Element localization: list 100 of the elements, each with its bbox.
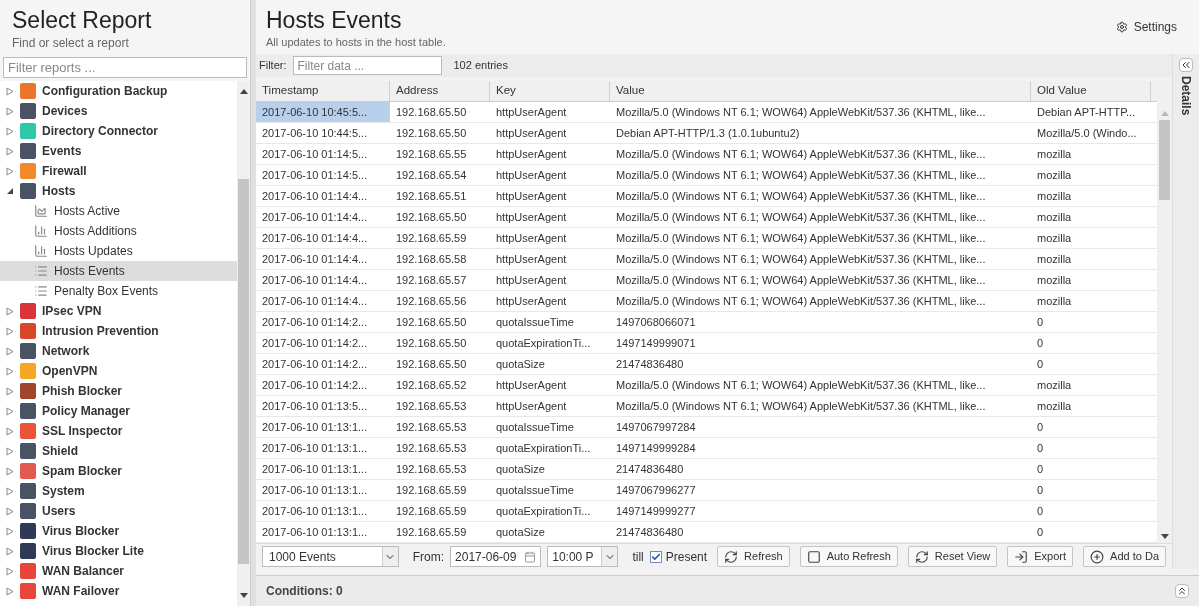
tree-item[interactable]: SSL Inspector <box>0 421 237 441</box>
tree-item[interactable]: Hosts Active <box>0 201 237 221</box>
toolbar-button[interactable]: Reset View <box>907 546 998 567</box>
tree-item[interactable]: Firewall <box>0 161 237 181</box>
table-cell-text: 1497149999284 <box>615 440 697 456</box>
table-cell-text: Mozilla/5.0 (Windows NT 6.1; WOW64) AppleWebKit/537.36 (KHTML, like... <box>615 104 987 120</box>
settings-button[interactable]: Settings <box>1115 18 1177 36</box>
refresh-icon <box>724 549 739 564</box>
table-cell-text: Mozilla/5.0 (Windows NT 6.1; WOW64) AppleWebKit/537.36 (KHTML, like... <box>615 188 987 204</box>
tree-item[interactable]: WAN Failover <box>0 581 237 601</box>
table-cell-text: Mozilla/5.0 (Windows NT 6.1; WOW64) AppleWebKit/537.36 (KHTML, like... <box>615 377 987 393</box>
tree-item[interactable]: Policy Manager <box>0 401 237 421</box>
tree-item[interactable]: Penalty Box Events <box>0 281 237 301</box>
tree-item[interactable]: WAN Balancer <box>0 561 237 581</box>
table-cell-text: httpUserAgent <box>495 251 568 267</box>
toolbar-button[interactable]: Auto Refresh <box>799 546 898 567</box>
table-cell-text: 1497149999071 <box>615 335 697 351</box>
table-cell-text: quotaSize <box>495 356 546 372</box>
tree-item[interactable]: OpenVPN <box>0 361 237 381</box>
table-cell-text: 0 <box>1036 482 1045 498</box>
column-header[interactable]: Timestamp <box>256 81 390 101</box>
scroll-thumb[interactable] <box>1159 120 1170 200</box>
tree-item[interactable]: Directory Connector <box>0 121 237 141</box>
table-cell-text: 0 <box>1036 314 1045 330</box>
tree-item[interactable]: Virus Blocker Lite <box>0 541 237 561</box>
tree-item[interactable]: Hosts <box>0 181 237 201</box>
filter-reports-field[interactable]: Filter reports ... <box>3 57 247 78</box>
tree-item[interactable]: Spam Blocker <box>0 461 237 481</box>
column-header[interactable]: Address <box>390 81 490 101</box>
table-cell-text: 2017-06-10 01:13:1... <box>261 482 369 498</box>
table-cell-text: Mozilla/5.0 (Windo... <box>1036 125 1138 141</box>
table-cell-text: 192.168.65.59 <box>395 503 468 519</box>
table-cell-text: httpUserAgent <box>495 167 568 183</box>
table-cell-text: 0 <box>1036 503 1045 519</box>
tree-item[interactable]: Hosts Events <box>0 261 237 281</box>
area-chart-icon <box>34 204 48 218</box>
scroll-thumb[interactable] <box>238 179 249 564</box>
report-title: Hosts Events <box>266 6 403 34</box>
time-select[interactable]: 10:00 P <box>547 546 619 567</box>
event-limit-select[interactable]: 1000 Events <box>262 546 399 567</box>
table-cell-text: 192.168.65.58 <box>395 251 468 267</box>
tree-item[interactable]: Hosts Updates <box>0 241 237 261</box>
filter-data-field[interactable]: Filter data ... <box>292 56 442 75</box>
tree-item[interactable]: Devices <box>0 101 237 121</box>
present-checkbox[interactable]: Present <box>649 547 708 566</box>
scroll-down-icon[interactable] <box>1160 534 1169 539</box>
calendar-icon[interactable] <box>524 550 537 563</box>
table-scrollbar[interactable] <box>1157 81 1172 543</box>
scrollbar[interactable] <box>237 81 250 606</box>
toolbar-button[interactable]: Add to Da <box>1083 546 1166 567</box>
table-cell-text: mozilla <box>1036 398 1073 414</box>
table-cell-text: 192.168.65.54 <box>395 167 468 183</box>
tree-item[interactable]: IPsec VPN <box>0 301 237 321</box>
tree-item[interactable]: Hosts Additions <box>0 221 237 241</box>
tree-item[interactable]: Shield <box>0 441 237 461</box>
tree-item[interactable]: Virus Blocker <box>0 521 237 541</box>
table-cell-text: 2017-06-10 01:14:5... <box>261 146 369 162</box>
table-cell-text: 2017-06-10 01:14:2... <box>261 335 369 351</box>
date-field[interactable]: 2017-06-09 <box>450 546 542 567</box>
tree-item[interactable]: Users <box>0 501 237 521</box>
refresh-icon <box>914 549 929 564</box>
tree-item[interactable]: Phish Blocker <box>0 381 237 401</box>
column-header[interactable]: Value <box>610 81 1031 101</box>
column-header[interactable]: Old Value <box>1031 81 1151 101</box>
table-cell-text: quotaExpirationTi... <box>495 335 592 351</box>
entry-count: 102 entries <box>453 58 508 74</box>
table-cell-text: quotaIssueTime <box>495 482 575 498</box>
table-cell-text: 192.168.65.59 <box>395 230 468 246</box>
tree-item[interactable]: Network <box>0 341 237 361</box>
expand-conditions-icon[interactable] <box>1175 584 1189 598</box>
table-cell-text: 192.168.65.50 <box>395 335 468 351</box>
column-header[interactable]: Key <box>490 81 610 101</box>
details-tab[interactable]: Details <box>1177 76 1195 116</box>
table-cell-text: 192.168.65.55 <box>395 146 468 162</box>
expand-panel-icon[interactable] <box>1179 58 1193 72</box>
table-cell-text: quotaSize <box>495 524 546 540</box>
conditions-label: Conditions: 0 <box>266 583 344 600</box>
table-cell-text: quotaIssueTime <box>495 314 575 330</box>
tree-item[interactable]: Configuration Backup <box>0 81 237 101</box>
sidebar-subtitle: Find or select a report <box>12 35 130 52</box>
toolbar-button[interactable]: Refresh <box>717 546 790 567</box>
table-cell-text: Debian APT-HTTP/1.3 (1.0.1ubuntu2) <box>615 125 801 141</box>
tree-item[interactable]: System <box>0 481 237 501</box>
collapse-arrow-icon[interactable] <box>6 187 14 195</box>
table-cell-text: 1497068066071 <box>615 314 697 330</box>
table-cell-text: 0 <box>1036 524 1045 540</box>
table-cell-text: 192.168.65.50 <box>395 356 468 372</box>
scroll-down-icon[interactable] <box>239 593 248 598</box>
tree-item[interactable]: Intrusion Prevention <box>0 321 237 341</box>
toolbar-button[interactable]: Export <box>1007 546 1074 567</box>
scroll-up-icon[interactable] <box>239 89 248 94</box>
table-cell-text: 2017-06-10 01:14:4... <box>261 272 369 288</box>
table-cell-text: quotaExpirationTi... <box>495 503 592 519</box>
table-cell-text: mozilla <box>1036 188 1073 204</box>
table-cell-text: quotaIssueTime <box>495 419 575 435</box>
checkbox-icon <box>806 549 821 564</box>
table-cell-text: 2017-06-10 01:14:2... <box>261 356 369 372</box>
table-cell-text: mozilla <box>1036 251 1073 267</box>
tree-item[interactable]: Events <box>0 141 237 161</box>
table-cell-text: 2017-06-10 01:14:4... <box>261 230 369 246</box>
